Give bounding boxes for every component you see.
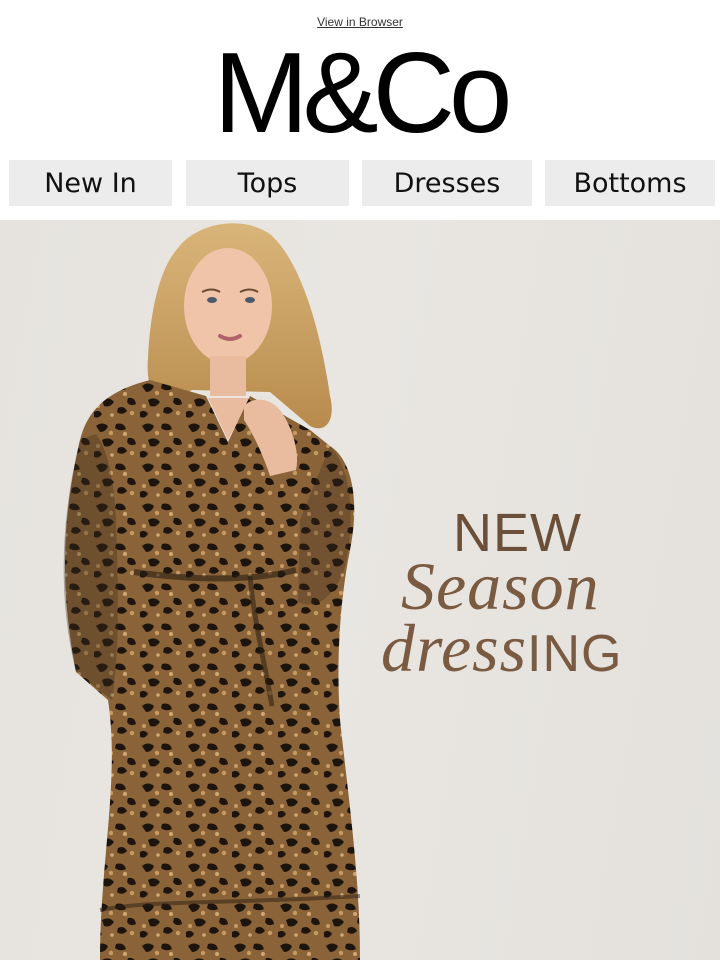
email-page: View in Browser M&Co New In Tops Dresses…: [0, 0, 720, 960]
logo-text: M&Co: [214, 36, 508, 140]
nav-bottoms[interactable]: Bottoms: [545, 160, 715, 206]
headline-dress: dress: [381, 610, 528, 686]
model-leopard-dress-image: [63, 223, 361, 960]
nav-tops[interactable]: Tops: [186, 160, 349, 206]
brand-logo[interactable]: M&Co: [0, 36, 720, 140]
headline-dressing: dressING: [381, 614, 623, 682]
view-in-browser-link[interactable]: View in Browser: [0, 15, 720, 29]
headline-ing: ING: [527, 625, 623, 683]
mco-logo-image: M&Co: [214, 36, 510, 140]
nav-new-in[interactable]: New In: [9, 160, 172, 206]
nav-dresses[interactable]: Dresses: [362, 160, 532, 206]
hero-banner[interactable]: NEW Season dressING: [0, 220, 720, 960]
category-nav: New In Tops Dresses Bottoms: [9, 160, 715, 206]
